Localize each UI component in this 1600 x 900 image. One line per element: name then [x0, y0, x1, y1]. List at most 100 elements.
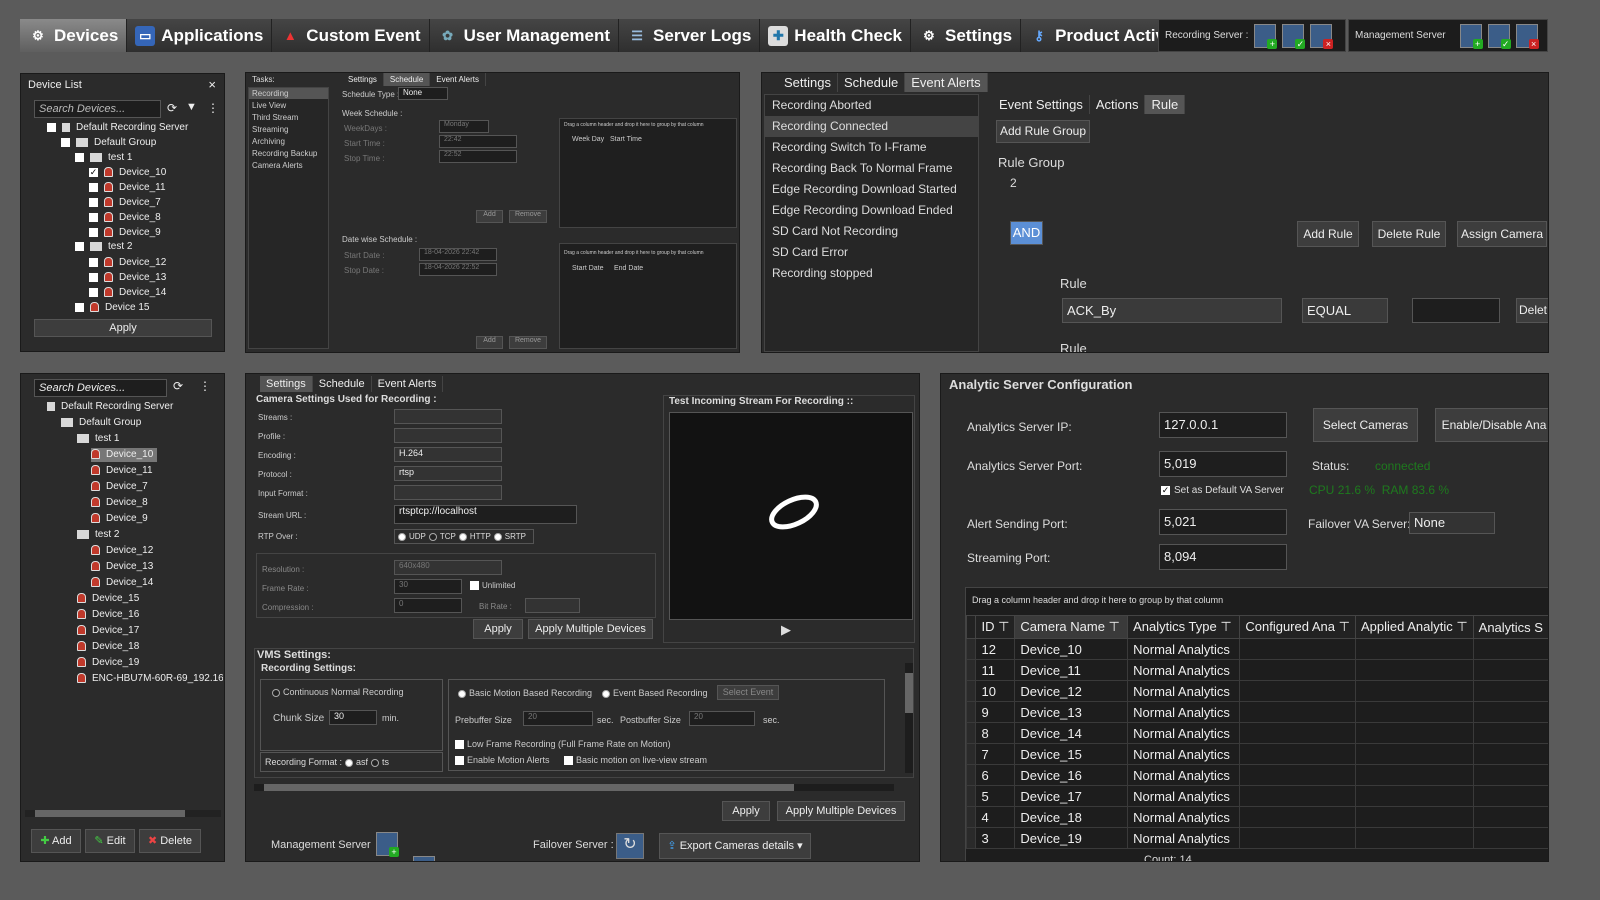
- chunk-size-select[interactable]: 30: [329, 710, 377, 725]
- tab-settings[interactable]: ⚙ Settings: [911, 19, 1022, 52]
- table-row[interactable]: 6 Device_16 Normal Analytics: [965, 764, 1548, 786]
- table-row[interactable]: 4 Device_18 Normal Analytics: [965, 806, 1548, 828]
- tree-device[interactable]: Device_13: [89, 271, 166, 285]
- tab-settings[interactable]: Settings: [342, 73, 384, 86]
- task-item[interactable]: Third Stream: [249, 112, 328, 123]
- remove-button[interactable]: Remove: [509, 210, 547, 223]
- table-row[interactable]: 9 Device_13 Normal Analytics: [965, 701, 1548, 723]
- search-input[interactable]: Search Devices...: [34, 379, 167, 397]
- bit-rate-select[interactable]: [525, 598, 580, 613]
- event-item[interactable]: Recording Aborted: [765, 95, 978, 116]
- encoding-select[interactable]: H.264: [394, 447, 502, 462]
- tree-device[interactable]: Device_7: [91, 480, 148, 494]
- tab-event-alerts[interactable]: Event Alerts: [430, 73, 486, 86]
- event-based-radio[interactable]: Event Based Recording: [599, 688, 708, 698]
- apply-button[interactable]: Apply: [473, 619, 523, 639]
- tree-group[interactable]: Default Group: [61, 416, 141, 430]
- col-id[interactable]: ID ⊤: [975, 615, 1016, 639]
- streaming-port-stepper[interactable]: 8,094: [1159, 544, 1287, 570]
- event-item[interactable]: Recording Connected: [765, 116, 978, 137]
- more-icon[interactable]: ⋮: [199, 379, 211, 393]
- compression-input[interactable]: 0: [394, 598, 462, 613]
- server-ok-icon[interactable]: ✓: [413, 856, 435, 861]
- tab-rule[interactable]: Rule: [1145, 95, 1186, 114]
- add-rule-button[interactable]: Add Rule: [1297, 221, 1359, 247]
- stop-time-input[interactable]: 22:52: [439, 150, 517, 163]
- task-item[interactable]: Live View: [249, 100, 328, 111]
- resolution-select[interactable]: 640x480: [394, 560, 502, 575]
- analytics-ip-input[interactable]: 127.0.0.1: [1159, 412, 1287, 438]
- tree-device[interactable]: Device_8: [89, 211, 161, 225]
- tab-event-alerts[interactable]: Event Alerts: [905, 73, 988, 92]
- delete-button[interactable]: ✖ Delete: [139, 829, 201, 853]
- event-item[interactable]: SD Card Not Recording: [765, 221, 978, 242]
- tab-settings[interactable]: Settings: [778, 73, 838, 92]
- tab-schedule[interactable]: Schedule: [838, 73, 906, 92]
- tree-device[interactable]: Device_18: [77, 640, 139, 654]
- table-row[interactable]: 3 Device_19 Normal Analytics: [965, 827, 1548, 849]
- task-item[interactable]: Camera Alerts: [249, 160, 328, 171]
- tab-server-logs[interactable]: ☰ Server Logs: [619, 19, 761, 52]
- tab-event-settings[interactable]: Event Settings: [993, 95, 1090, 114]
- protocol-select[interactable]: rtsp: [394, 466, 502, 481]
- table-row[interactable]: 8 Device_14 Normal Analytics: [965, 722, 1548, 744]
- start-time-input[interactable]: 22:42: [439, 135, 517, 148]
- rule-operator-select[interactable]: EQUAL: [1302, 298, 1388, 323]
- tree-device[interactable]: Device_9: [91, 512, 148, 526]
- tab-devices[interactable]: ⚙ Devices: [20, 19, 128, 52]
- table-row[interactable]: 5 Device_17 Normal Analytics: [965, 785, 1548, 807]
- horizontal-scrollbar[interactable]: [254, 784, 894, 791]
- table-row[interactable]: 10 Device_12 Normal Analytics: [965, 680, 1548, 702]
- tab-event-alerts[interactable]: Event Alerts: [372, 376, 444, 392]
- col-start-date[interactable]: Start Date: [572, 265, 604, 272]
- tree-root[interactable]: Default Recording Server: [47, 400, 173, 414]
- enable-disable-button[interactable]: Enable/Disable Ana: [1435, 408, 1548, 442]
- tree-device[interactable]: Device_16: [77, 608, 139, 622]
- tree-device[interactable]: Device_19: [77, 656, 139, 670]
- unlimited-checkbox[interactable]: Unlimited: [470, 581, 515, 591]
- postbuffer-input[interactable]: 20: [689, 711, 755, 726]
- add-server-icon[interactable]: +: [1254, 23, 1278, 49]
- low-frame-checkbox[interactable]: Low Frame Recording (Full Frame Rate on …: [455, 739, 671, 750]
- col-end-date[interactable]: End Date: [614, 265, 643, 272]
- profile-select[interactable]: [394, 428, 502, 443]
- task-item[interactable]: Streaming: [249, 124, 328, 135]
- filter-icon[interactable]: ▼: [186, 101, 197, 113]
- tree-device[interactable]: Device_8: [91, 496, 148, 510]
- tree-folder[interactable]: test 1: [75, 151, 132, 165]
- tab-health-check[interactable]: ✚ Health Check: [760, 19, 911, 52]
- event-item[interactable]: Recording Back To Normal Frame: [765, 158, 978, 179]
- tab-schedule[interactable]: Schedule: [313, 376, 372, 392]
- rule-value-input[interactable]: [1412, 298, 1500, 323]
- tab-applications[interactable]: ▭ Applications: [127, 19, 273, 52]
- tab-settings[interactable]: Settings: [260, 376, 313, 392]
- search-input[interactable]: Search Devices...: [34, 100, 161, 118]
- select-cameras-button[interactable]: Select Cameras: [1313, 408, 1418, 442]
- select-event-button[interactable]: Select Event: [717, 685, 779, 700]
- col-analytics-s[interactable]: Analytics S: [1472, 615, 1548, 639]
- analytics-port-stepper[interactable]: 5,019: [1159, 451, 1287, 477]
- delete-rule-button[interactable]: Delete Rule: [1372, 221, 1446, 247]
- schedule-type-select[interactable]: None: [398, 87, 448, 100]
- tab-user-management[interactable]: ✿ User Management: [429, 19, 620, 52]
- task-item[interactable]: Archiving: [249, 136, 328, 147]
- export-cameras-button[interactable]: ⇪ Export Cameras details ▾: [659, 833, 811, 859]
- horizontal-scrollbar[interactable]: [25, 810, 221, 817]
- server-remove-icon[interactable]: ×: [1310, 23, 1334, 49]
- tab-schedule[interactable]: Schedule: [383, 73, 431, 86]
- tree-folder[interactable]: test 2: [75, 240, 132, 254]
- col-applied[interactable]: Applied Analytic ⊤: [1354, 615, 1474, 639]
- prebuffer-input[interactable]: 20: [523, 711, 593, 726]
- col-camera-name[interactable]: Camera Name ⊤: [1014, 615, 1129, 639]
- tree-device[interactable]: ENC-HBU7M-60R-69_192.168: [77, 672, 223, 686]
- col-analytics-type[interactable]: Analytics Type ⊤: [1127, 615, 1241, 639]
- tree-device[interactable]: Device_9: [89, 226, 161, 240]
- task-item[interactable]: Recording: [249, 88, 328, 99]
- tree-device[interactable]: Device 15: [75, 301, 149, 315]
- tree-device[interactable]: ✓ Device_10: [89, 166, 166, 180]
- apply-button[interactable]: Apply: [34, 319, 212, 337]
- add-button[interactable]: ✚ Add: [31, 829, 81, 853]
- alert-port-stepper[interactable]: 5,021: [1159, 509, 1287, 535]
- tree-device[interactable]: Device_14: [89, 286, 166, 300]
- add-button[interactable]: Add: [476, 210, 503, 223]
